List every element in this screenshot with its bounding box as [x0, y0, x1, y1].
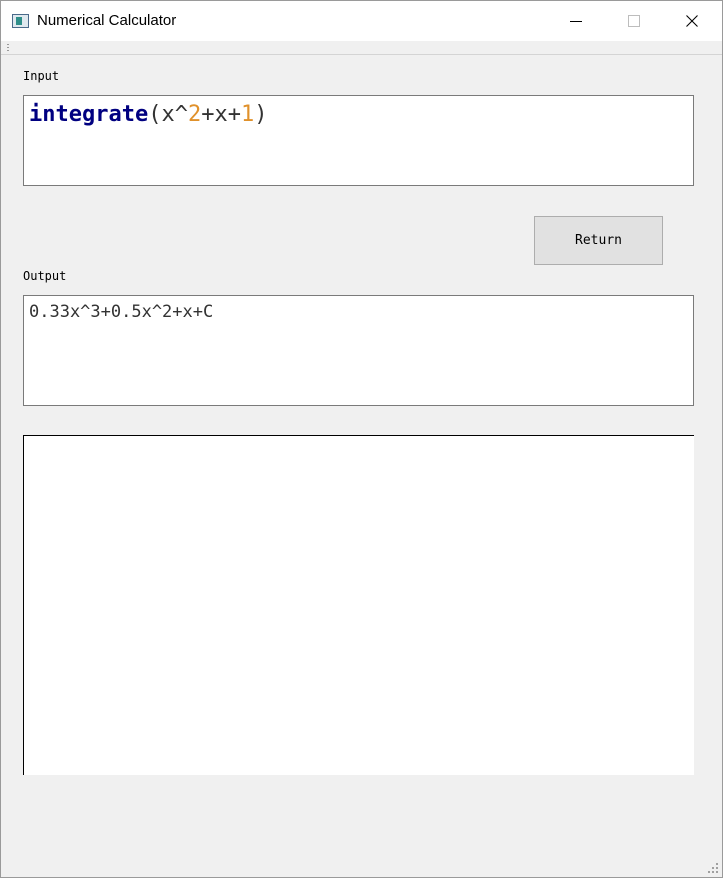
resize-grip-icon[interactable]: [708, 863, 719, 874]
output-field[interactable]: 0.33x^3+0.5x^2+x+C: [23, 295, 694, 406]
input-function-keyword: integrate: [29, 102, 149, 127]
maximize-icon: [628, 15, 640, 27]
window-title: Numerical Calculator: [37, 12, 177, 29]
title-bar[interactable]: Numerical Calculator: [1, 1, 722, 41]
toolbar-grip-icon[interactable]: [7, 44, 9, 51]
output-value: 0.33x^3+0.5x^2+x+C: [29, 302, 214, 322]
close-button[interactable]: [663, 1, 721, 41]
minimize-icon: [570, 21, 582, 22]
maximize-button[interactable]: [605, 1, 663, 41]
close-icon: [686, 15, 698, 27]
toolbar-area: [1, 41, 722, 55]
input-token: ): [254, 102, 268, 127]
input-number-token: 1: [240, 102, 255, 127]
app-window-icon: [12, 14, 29, 28]
input-number-token: 2: [187, 102, 202, 127]
input-token: (x^: [148, 102, 188, 127]
plot-canvas[interactable]: [23, 435, 694, 775]
output-label: Output: [23, 269, 67, 283]
input-label: Input: [23, 69, 60, 83]
minimize-button[interactable]: [547, 1, 605, 41]
return-button[interactable]: Return: [534, 216, 663, 265]
input-token: +x+: [201, 102, 241, 127]
input-expression: integrate(x^2+x+1): [29, 102, 267, 127]
input-field[interactable]: integrate(x^2+x+1): [23, 95, 694, 186]
app-window: Numerical Calculator Input integrate(x^2…: [0, 0, 723, 878]
